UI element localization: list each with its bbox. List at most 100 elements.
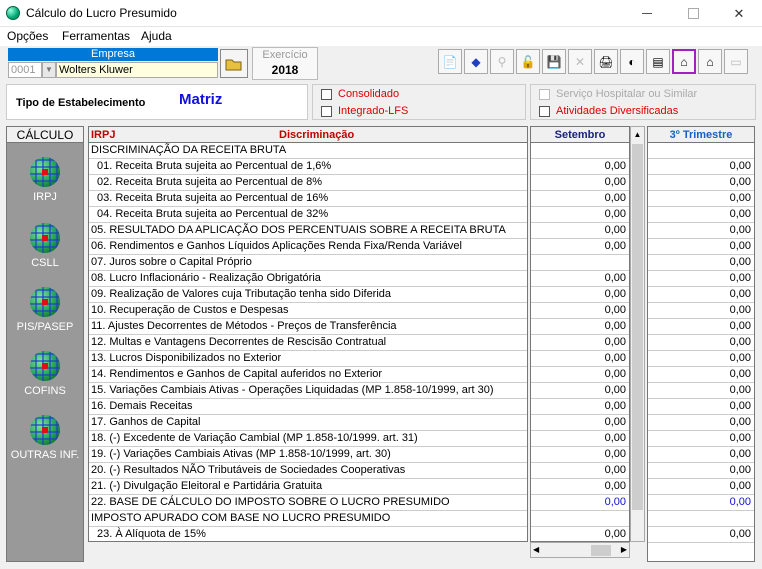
setembro-cell[interactable]: 0,00 — [531, 495, 629, 511]
close-button[interactable]: ✕ — [716, 0, 762, 27]
scroll-up-icon[interactable]: ▲ — [631, 127, 644, 142]
table-row: 10. Recuperação de Custos e Despesas — [89, 303, 527, 319]
search-button[interactable]: ⚲ — [490, 49, 514, 74]
calculate-button[interactable]: ◐ — [620, 49, 644, 74]
scroll-left-icon[interactable]: ◀ — [533, 545, 539, 554]
consolidado-checkbox[interactable]: Consolidado — [321, 88, 399, 100]
atividades-box[interactable] — [539, 105, 550, 117]
setembro-cell[interactable]: 0,00 — [531, 383, 629, 399]
sidebar-item-irpj[interactable]: IRPJ — [7, 157, 83, 203]
import-button[interactable]: ▤ — [646, 49, 670, 74]
toolbar: 📄 ◆ ⚲ 🔓 💾 ✕ 🖨 ◐ ▤ ⌂ ⌂ ▭ — [438, 49, 748, 75]
lock-button[interactable]: 🔓 — [516, 49, 540, 74]
table-row: DISCRIMINAÇÃO DA RECEITA BRUTA — [89, 143, 527, 159]
setembro-cell[interactable]: 0,00 — [531, 223, 629, 239]
setembro-cell[interactable]: 0,00 — [531, 527, 629, 541]
trimestre-column: 3º Trimestre 0,00 0,00 0,00 0,00 0,00 0,00 0,0… — [647, 126, 755, 562]
horizontal-scrollbar[interactable]: ◀ ▶ — [530, 542, 630, 558]
sidebar-item-label: CSLL — [31, 257, 59, 269]
table-row: 22. BASE DE CÁLCULO DO IMPOSTO SOBRE O L… — [89, 495, 527, 511]
save-button[interactable]: 💾 — [542, 49, 566, 74]
setembro-cell[interactable]: 0,00 — [531, 351, 629, 367]
table-row: 11. Ajustes Decorrentes de Métodos - Pre… — [89, 319, 527, 335]
integrado-checkbox[interactable]: Integrado-LFS — [321, 105, 408, 117]
table-row: 05. RESULTADO DA APLICAÇÃO DOS PERCENTUA… — [89, 223, 527, 239]
setembro-cell[interactable]: 0,00 — [531, 367, 629, 383]
menu-ajuda[interactable]: Ajuda — [141, 29, 172, 43]
setembro-cell[interactable]: 0,00 — [531, 175, 629, 191]
menu-ferramentas[interactable]: Ferramentas — [62, 29, 130, 43]
setembro-cell[interactable]: 0,00 — [531, 447, 629, 463]
calc-globe-icon: ◐ — [628, 54, 636, 69]
export-button[interactable]: ⌂ — [698, 49, 722, 74]
house-globe-icon: ⌂ — [680, 54, 688, 69]
checkbox-group-left: Consolidado Integrado-LFS — [312, 84, 526, 120]
trimestre-cell: 0,00 — [648, 463, 754, 479]
setembro-cell[interactable]: 0,00 — [531, 239, 629, 255]
trimestre-cell: 0,00 — [648, 207, 754, 223]
setembro-cell[interactable] — [531, 255, 629, 271]
scroll-right-icon[interactable]: ▶ — [621, 545, 627, 554]
setembro-cell[interactable]: 0,00 — [531, 271, 629, 287]
atividades-checkbox[interactable]: Atividades Diversificadas — [539, 105, 678, 117]
table-row: 12. Multas e Vantagens Decorrentes de Re… — [89, 335, 527, 351]
setembro-cell[interactable]: 0,00 — [531, 463, 629, 479]
setembro-cell[interactable]: 0,00 — [531, 159, 629, 175]
table-row: 07. Juros sobre o Capital Próprio — [89, 255, 527, 271]
new-document-button[interactable]: 📄 — [438, 49, 462, 74]
table-row: 03. Receita Bruta sujeita ao Percentual … — [89, 191, 527, 207]
setembro-cell[interactable]: 0,00 — [531, 303, 629, 319]
sidebar-item-cofins[interactable]: COFINS — [7, 351, 83, 397]
print-button[interactable]: 🖨 — [594, 49, 618, 74]
setembro-cell[interactable] — [531, 511, 629, 527]
setembro-cell[interactable]: 0,00 — [531, 479, 629, 495]
navigate-button[interactable]: ◆ — [464, 49, 488, 74]
discriminacao-column-header: Discriminação — [279, 129, 355, 141]
sidebar-item-outras[interactable]: OUTRAS INF. — [7, 415, 83, 461]
empresa-code-input[interactable]: 0001 — [8, 62, 42, 78]
servico-checkbox[interactable]: Serviço Hospitalar ou Similar — [539, 88, 697, 100]
highlighted-tool-button[interactable]: ⌂ — [672, 49, 696, 74]
setembro-cell[interactable]: 0,00 — [531, 415, 629, 431]
exit-icon: ▭ — [730, 54, 742, 69]
sidebar-item-pis-pasep[interactable]: PIS/PASEP — [7, 287, 83, 333]
setembro-cell[interactable]: 0,00 — [531, 207, 629, 223]
servico-box[interactable] — [539, 88, 550, 100]
setembro-cell[interactable] — [531, 143, 629, 159]
menu-opcoes[interactable]: Opções — [7, 29, 48, 43]
setembro-cell[interactable]: 0,00 — [531, 287, 629, 303]
table-row: 21. (-) Divulgação Eleitoral e Partidári… — [89, 479, 527, 495]
setembro-cell[interactable]: 0,00 — [531, 335, 629, 351]
open-folder-button[interactable] — [220, 49, 248, 78]
empresa-code-spinner[interactable]: ▼ — [42, 62, 56, 78]
trimestre-cell: 0,00 — [648, 399, 754, 415]
empresa-name-input[interactable]: Wolters Kluwer — [56, 62, 218, 78]
sidebar-item-label: COFINS — [24, 385, 66, 397]
floppy-icon: 💾 — [546, 54, 562, 69]
close-x-icon: ✕ — [574, 54, 586, 69]
table-row: 15. Variações Cambiais Ativas - Operaçõe… — [89, 383, 527, 399]
exercicio-box[interactable]: Exercício 2018 — [252, 47, 318, 80]
maximize-button[interactable] — [670, 0, 716, 27]
setembro-cell[interactable]: 0,00 — [531, 191, 629, 207]
setembro-cell[interactable]: 0,00 — [531, 431, 629, 447]
vertical-scrollbar[interactable]: ▲ — [630, 126, 645, 542]
trimestre-cell: 0,00 — [648, 303, 754, 319]
close-form-button[interactable]: ▭ — [724, 49, 748, 74]
integrado-label: Integrado-LFS — [338, 105, 409, 117]
discriminacao-grid: IRPJ Discriminação DISCRIMINAÇÃO DA RECE… — [88, 126, 528, 542]
integrado-box[interactable] — [321, 105, 332, 117]
sidebar-item-csll[interactable]: CSLL — [7, 223, 83, 269]
consolidado-box[interactable] — [321, 88, 332, 100]
scroll-thumb[interactable] — [632, 144, 643, 510]
search-icon: ⚲ — [497, 54, 507, 69]
trimestre-rows: 0,00 0,00 0,00 0,00 0,00 0,00 0,00 0,00 0,00 0,00… — [648, 143, 754, 543]
hscroll-thumb[interactable] — [591, 545, 611, 556]
table-row: 13. Lucros Disponibilizados no Exterior — [89, 351, 527, 367]
delete-button[interactable]: ✕ — [568, 49, 592, 74]
setembro-cell[interactable]: 0,00 — [531, 319, 629, 335]
minimize-button[interactable] — [624, 0, 670, 27]
trimestre-cell: 0,00 — [648, 527, 754, 543]
trimestre-cell: 0,00 — [648, 175, 754, 191]
setembro-cell[interactable]: 0,00 — [531, 399, 629, 415]
